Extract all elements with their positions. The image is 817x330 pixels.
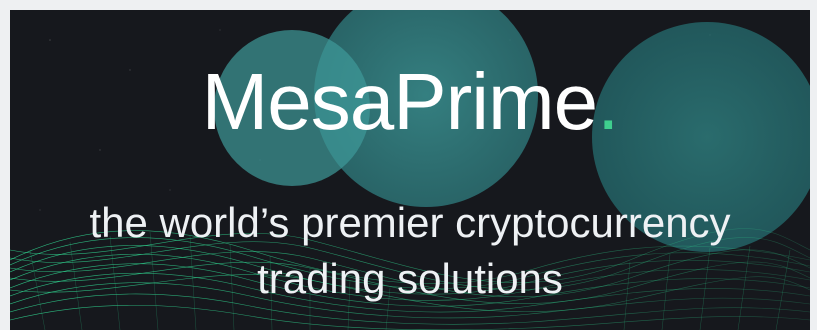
tagline-line-1: the world’s premier cryptocurrency [89,199,731,246]
hero-tagline: the world’s premier cryptocurrency tradi… [10,195,810,307]
brand-name: MesaPrime [201,57,599,146]
brand-dot: . [597,57,619,146]
hero-banner: MesaPrime. the world’s premier cryptocur… [10,10,810,330]
tagline-line-2: trading solutions [257,255,563,302]
page-frame: MesaPrime. the world’s premier cryptocur… [0,0,817,330]
brand-logo: MesaPrime. [10,62,810,142]
